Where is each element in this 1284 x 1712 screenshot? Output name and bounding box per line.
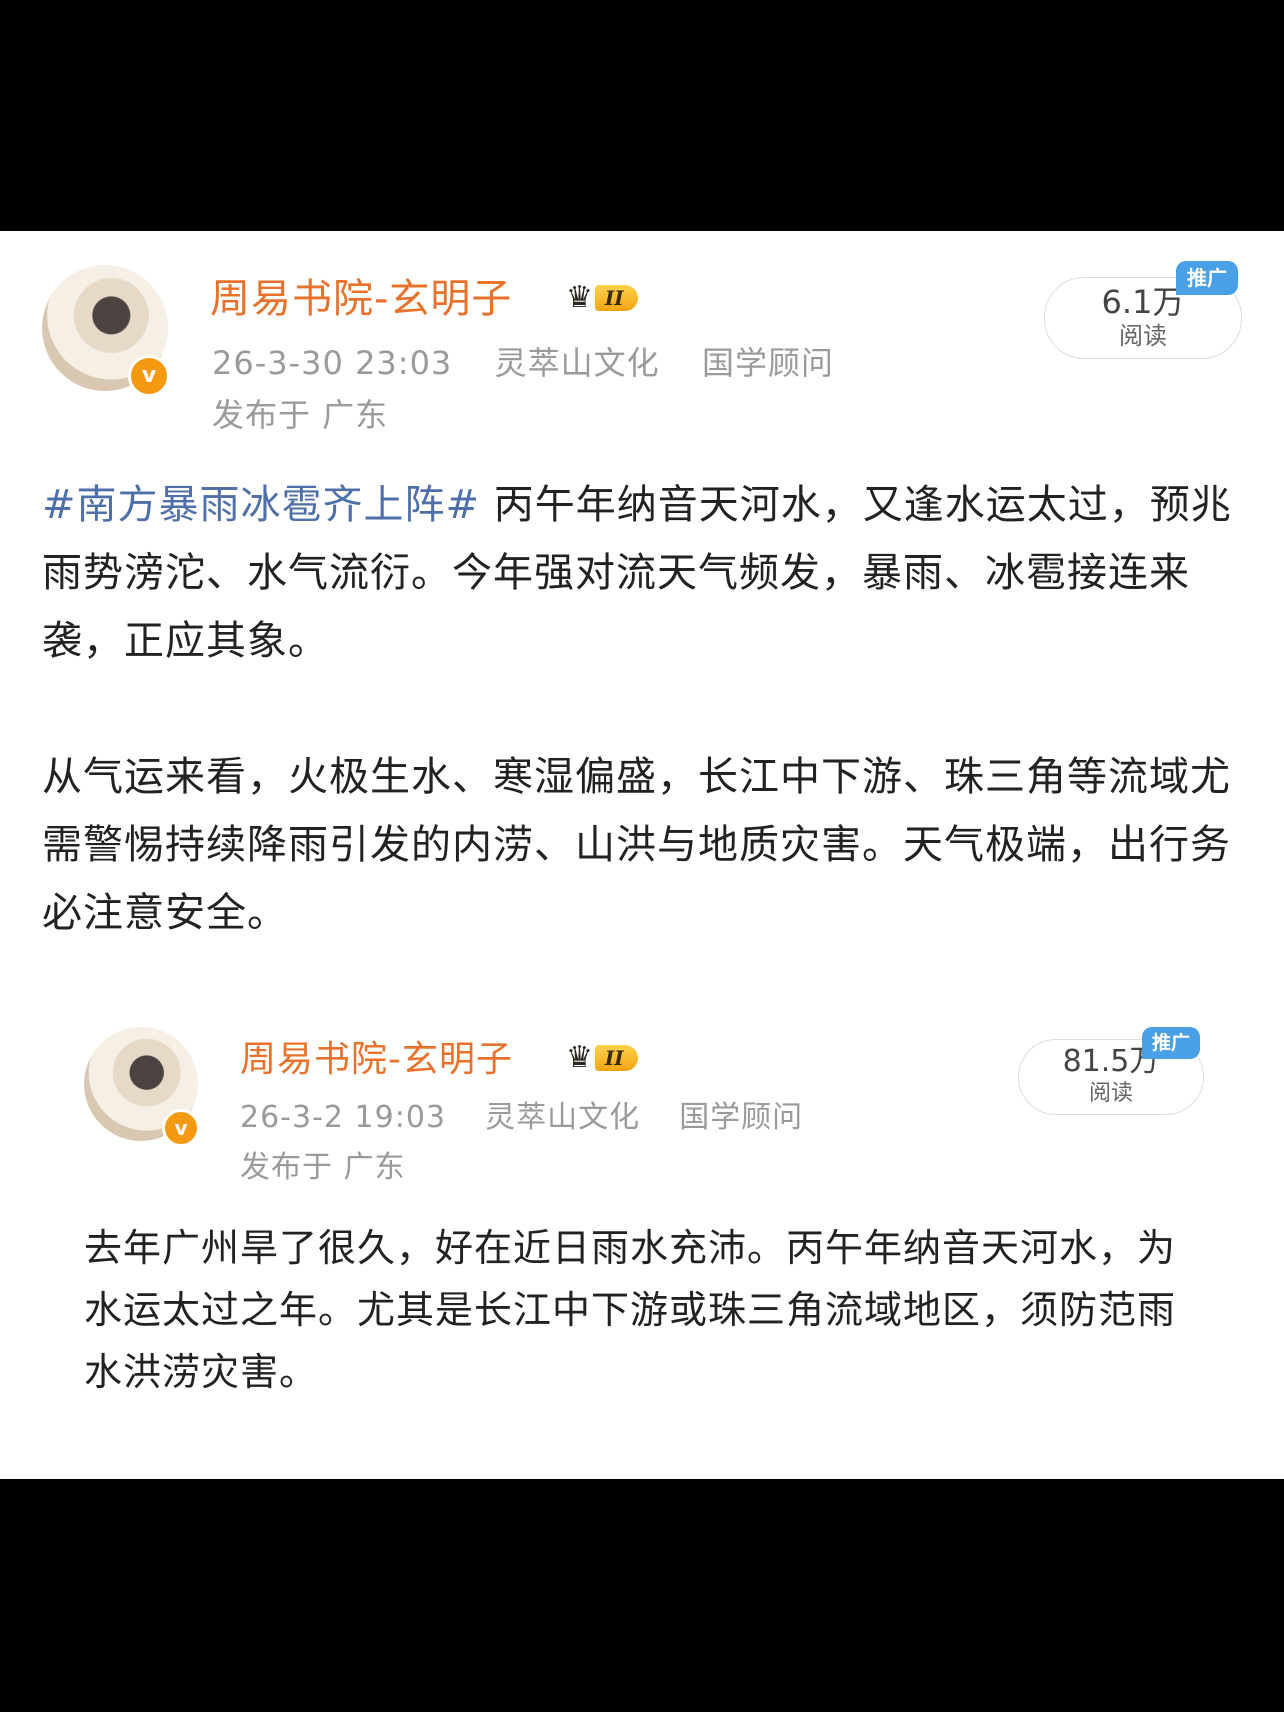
quoted-verified-badge-icon: v: [162, 1109, 200, 1147]
quoted-post-meta-line: 26-3-2 19:03 灵萃山文化 国学顾问: [240, 1097, 803, 1139]
post-card: v 周易书院-玄明子 ♛ II 26-3-30 23:03 灵萃山文化 国学顾问…: [0, 231, 1284, 1479]
crown-icon: ♛: [566, 280, 593, 315]
author-tag: 国学顾问: [701, 344, 834, 382]
post-location: 发布于 广东: [212, 396, 389, 434]
post-meta-line: 26-3-30 23:03 灵萃山文化 国学顾问: [212, 341, 834, 385]
quoted-post-text: 去年广州旱了很久，好在近日雨水充沛。丙午年纳音天河水，为水运太过之年。尤其是长江…: [84, 1226, 1177, 1394]
post-timestamp: 26-3-30 23:03: [212, 344, 453, 382]
post-text-paragraph-2: 从气运来看，火极生水、寒湿偏盛，长江中下游、珠三角等流域尤需警惕持续降雨引发的内…: [42, 754, 1231, 936]
crown-icon: ♛: [566, 1040, 593, 1075]
post-text-paragraph-1: #南方暴雨冰雹齐上阵# 丙午年纳音天河水，又逢水运太过，预兆雨势滂沱、水气流衍。…: [42, 471, 1242, 675]
quoted-author-name[interactable]: 周易书院-玄明子: [240, 1035, 513, 1085]
hashtag-link[interactable]: #南方暴雨冰雹齐上阵#: [42, 482, 480, 528]
quoted-reads-label: 阅读: [1088, 1081, 1133, 1106]
quoted-promo-tag[interactable]: 推广: [1142, 1027, 1200, 1059]
level-badge: II: [594, 1045, 638, 1071]
quoted-membership-crown-badge[interactable]: ♛ II: [566, 1043, 638, 1073]
author-name[interactable]: 周易书院-玄明子: [210, 271, 512, 327]
author-tag: 灵萃山文化: [494, 344, 660, 382]
quoted-author-tag: 国学顾问: [679, 1100, 804, 1135]
membership-crown-badge[interactable]: ♛ II: [566, 283, 638, 313]
reads-label: 阅读: [1119, 322, 1167, 350]
quoted-author-tag: 灵萃山文化: [485, 1100, 641, 1135]
verified-badge-icon: v: [128, 355, 170, 397]
promo-tag[interactable]: 推广: [1176, 261, 1238, 295]
level-badge: II: [594, 285, 638, 311]
quoted-post-timestamp: 26-3-2 19:03: [240, 1100, 446, 1135]
quoted-post-location: 发布于 广东: [240, 1150, 406, 1185]
